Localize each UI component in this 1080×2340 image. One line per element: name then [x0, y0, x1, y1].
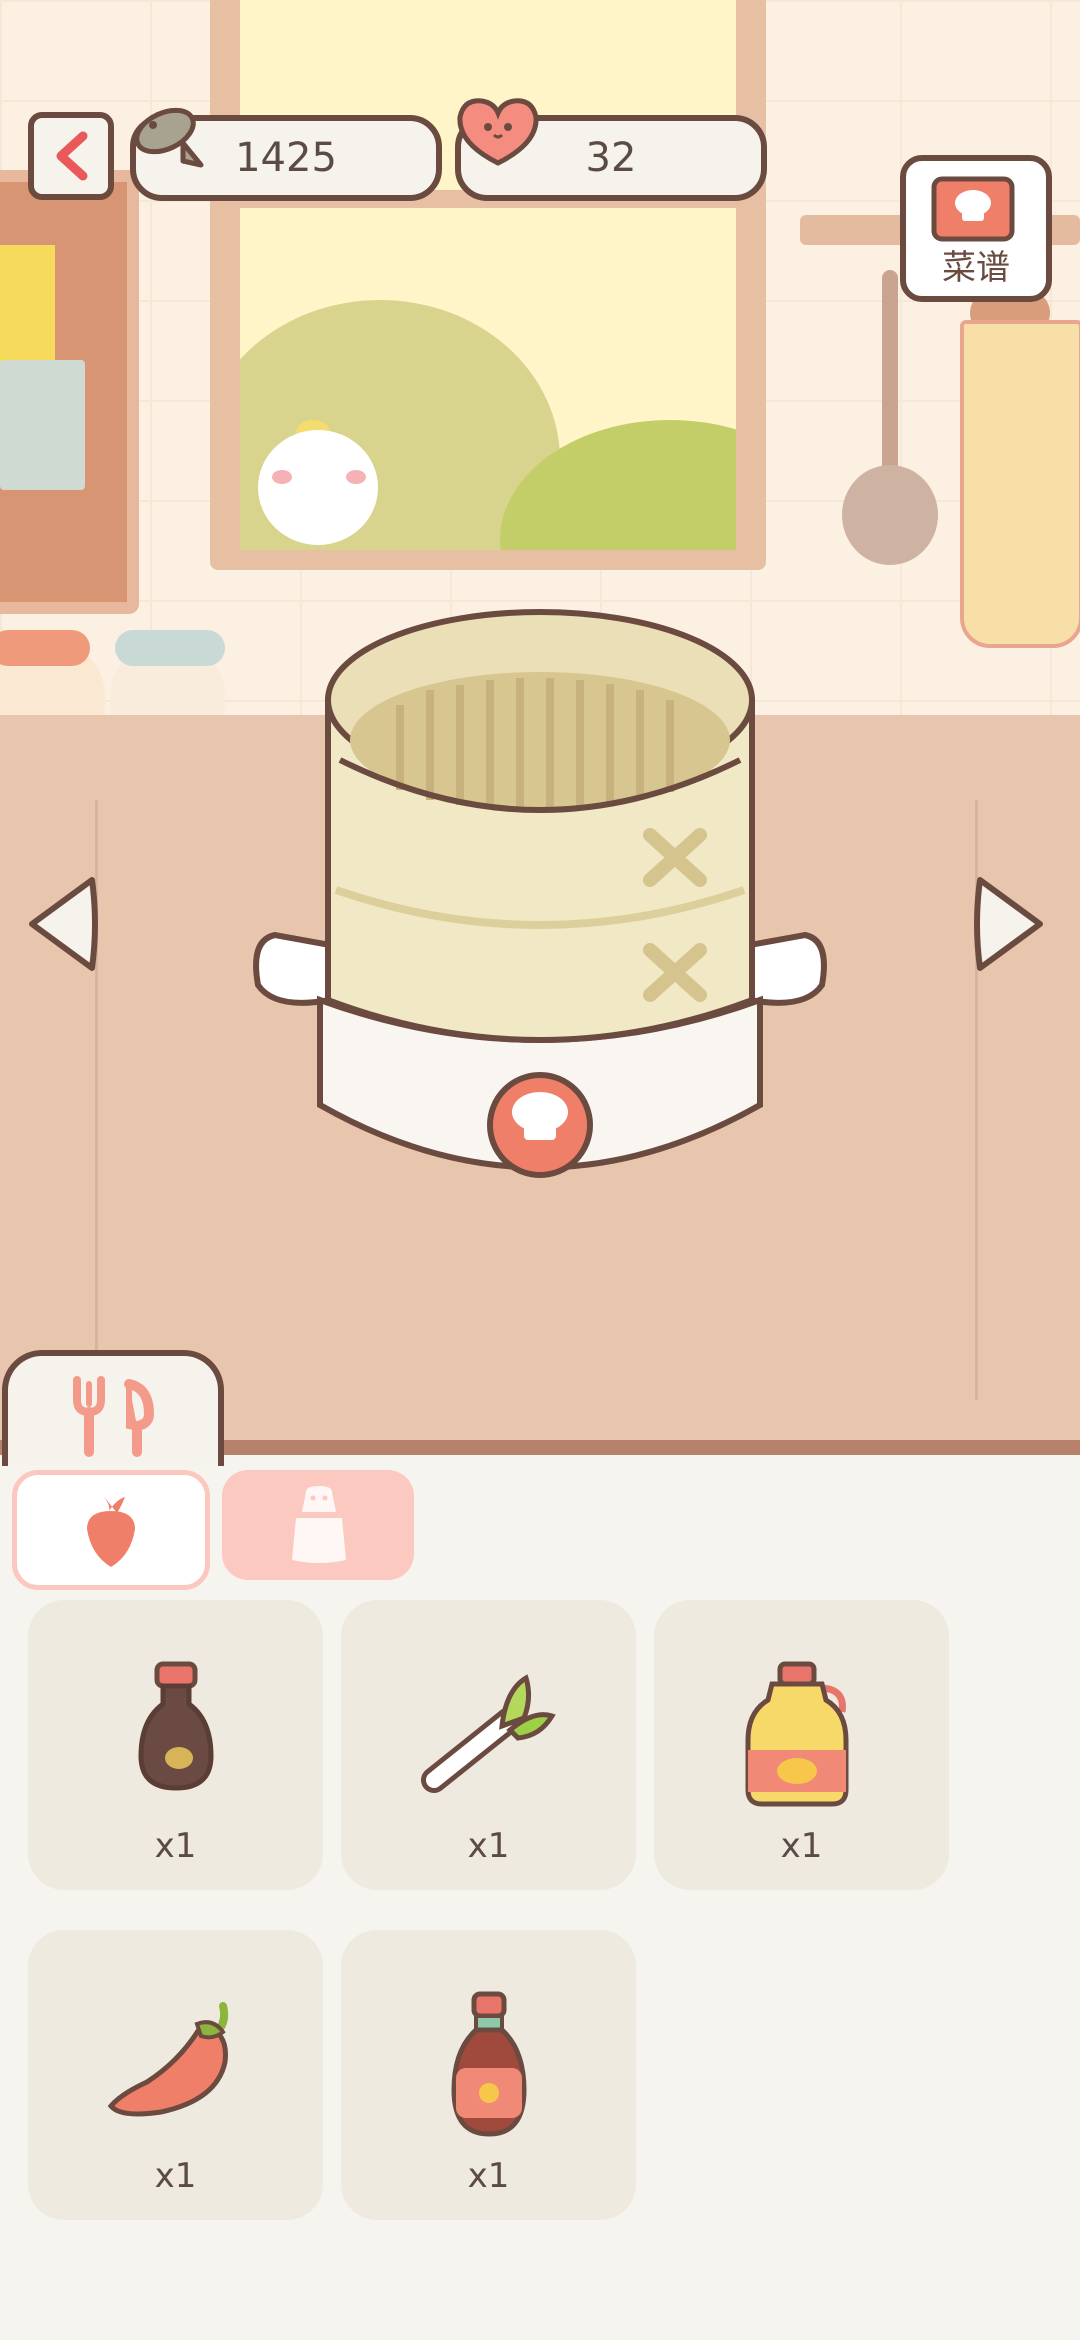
inventory-slot[interactable]: x1: [341, 1600, 636, 1890]
chevron-left-icon: [56, 131, 88, 181]
recipe-book-icon: [931, 176, 1015, 242]
salt-shaker-icon: [292, 1486, 346, 1563]
back-button[interactable]: [28, 112, 114, 200]
inventory-slot[interactable]: x1: [28, 1930, 323, 2220]
inventory-slot[interactable]: x1: [28, 1600, 323, 1890]
cooking-oil-icon: [745, 1661, 848, 1807]
fish-icon: [134, 107, 204, 168]
item-count: x1: [467, 1826, 510, 1866]
seasonings-category-tab[interactable]: [222, 1470, 414, 1580]
carrot-icon: [87, 1493, 135, 1567]
heart-icon: [457, 98, 539, 166]
tools-tab[interactable]: [2, 1350, 224, 1466]
inventory-slot[interactable]: x1: [341, 1930, 636, 2220]
fish-currency-value: 1425: [235, 135, 337, 181]
previous-appliance-button[interactable]: [22, 872, 102, 976]
item-count: x1: [467, 2156, 510, 2196]
recipe-label: 菜谱: [942, 248, 1010, 288]
green-onion-icon: [420, 1674, 556, 1793]
item-count: x1: [154, 1826, 197, 1866]
inventory-slot[interactable]: x1: [654, 1600, 949, 1890]
ingredients-category-tab[interactable]: [12, 1470, 210, 1590]
chili-pepper-icon: [107, 2002, 228, 2117]
soy-sauce-bottle-icon: [137, 1661, 214, 1791]
next-appliance-button[interactable]: [970, 872, 1050, 976]
item-count: x1: [154, 2156, 197, 2196]
heart-currency-value: 32: [585, 135, 637, 181]
fork-spoon-icon: [73, 1376, 155, 1457]
hot-sauce-bottle-icon: [450, 1991, 527, 2137]
item-count: x1: [780, 1826, 823, 1866]
